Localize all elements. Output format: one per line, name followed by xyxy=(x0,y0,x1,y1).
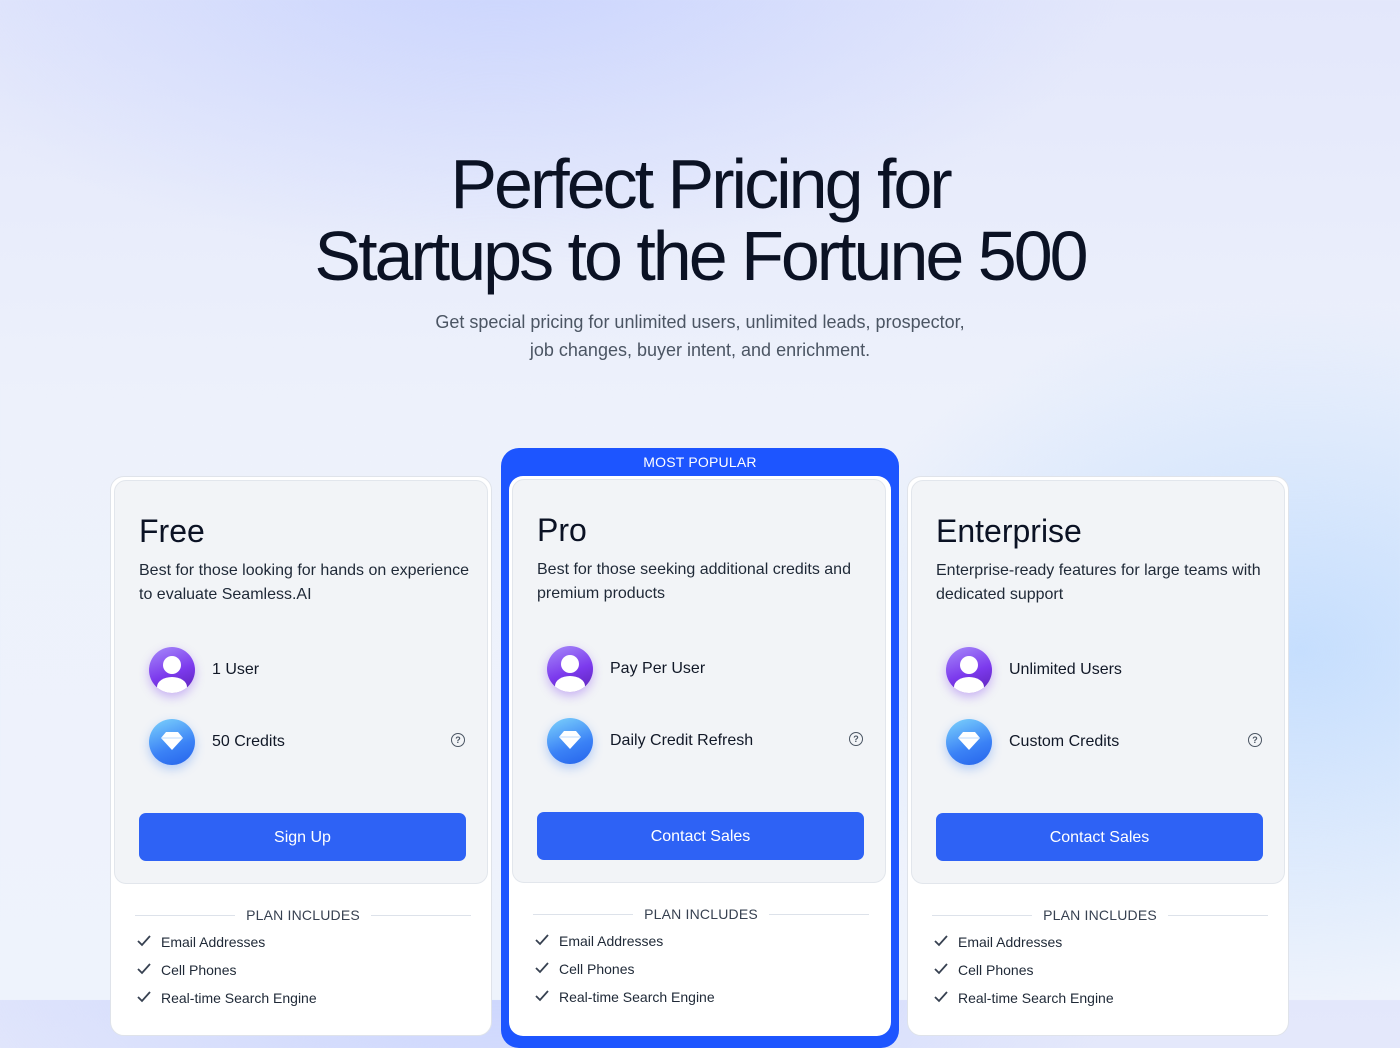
include-item-label: Real-time Search Engine xyxy=(958,990,1114,1006)
plan-includes-divider: PLAN INCLUDES xyxy=(533,906,869,922)
include-item-label: Email Addresses xyxy=(958,934,1063,950)
plan-card-pro-highlight: MOST POPULAR Pro Best for those seeking … xyxy=(501,448,899,1048)
plan-card-enterprise: Enterprise Enterprise-ready features for… xyxy=(907,476,1289,1036)
page-subtitle-line-1: Get special pricing for unlimited users,… xyxy=(435,312,965,332)
plan-credits-label: Custom Credits xyxy=(1009,733,1120,750)
diamond-icon xyxy=(149,719,195,765)
diamond-icon xyxy=(547,718,593,764)
user-avatar-icon xyxy=(149,647,195,693)
page-subtitle: Get special pricing for unlimited users,… xyxy=(420,308,980,364)
plan-summary: Enterprise Enterprise-ready features for… xyxy=(911,480,1285,884)
most-popular-badge: MOST POPULAR xyxy=(643,454,757,470)
list-item: Real-time Search Engine xyxy=(135,989,317,1017)
page-subtitle-line-2: job changes, buyer intent, and enrichmen… xyxy=(529,340,871,360)
plan-users-label: Pay Per User xyxy=(610,660,706,677)
include-item-label: Real-time Search Engine xyxy=(559,989,715,1005)
page-title: Perfect Pricing for Startups to the Fort… xyxy=(0,148,1400,292)
plan-name: Free xyxy=(139,513,205,549)
list-item: Email Addresses xyxy=(533,932,715,960)
include-item-label: Cell Phones xyxy=(958,962,1034,978)
checkmark-icon xyxy=(137,991,151,1003)
list-item: Real-time Search Engine xyxy=(932,989,1114,1017)
include-item-label: Cell Phones xyxy=(559,961,635,977)
plan-includes-divider: PLAN INCLUDES xyxy=(932,907,1268,923)
hero-section: Perfect Pricing for Startups to the Fort… xyxy=(0,148,1400,364)
include-item-label: Real-time Search Engine xyxy=(161,990,317,1006)
plan-includes-list: Email Addresses Cell Phones Real-time Se… xyxy=(932,933,1114,1017)
diamond-icon xyxy=(946,719,992,765)
checkmark-icon xyxy=(137,935,151,947)
plan-users-label: 1 User xyxy=(212,661,260,678)
checkmark-icon xyxy=(535,990,549,1002)
plan-users-row: Unlimited Users xyxy=(946,647,1262,695)
plan-users-label: Unlimited Users xyxy=(1009,661,1122,678)
plan-card-pro: Pro Best for those seeking additional cr… xyxy=(509,476,891,1036)
plan-summary: Pro Best for those seeking additional cr… xyxy=(512,479,886,883)
plan-description: Enterprise-ready features for large team… xyxy=(936,562,1261,603)
checkmark-icon xyxy=(934,935,948,947)
contact-sales-button[interactable]: Contact Sales xyxy=(936,813,1263,861)
page-title-line-1: Perfect Pricing for xyxy=(450,145,952,223)
user-avatar-icon xyxy=(946,647,992,693)
checkmark-icon xyxy=(934,963,948,975)
list-item: Cell Phones xyxy=(932,961,1114,989)
plan-name: Enterprise xyxy=(936,513,1082,549)
plan-users-row: Pay Per User xyxy=(547,646,863,694)
question-circle-icon[interactable]: ? xyxy=(1248,733,1262,747)
plan-credits-row: Custom Credits ? xyxy=(946,719,1262,767)
question-circle-icon[interactable]: ? xyxy=(451,733,465,747)
plan-includes-list: Email Addresses Cell Phones Real-time Se… xyxy=(533,932,715,1016)
checkmark-icon xyxy=(535,962,549,974)
plan-users-row: 1 User xyxy=(149,647,465,695)
list-item: Real-time Search Engine xyxy=(533,988,715,1016)
contact-sales-button[interactable]: Contact Sales xyxy=(537,812,864,860)
plan-name: Pro xyxy=(537,512,587,548)
include-item-label: Email Addresses xyxy=(559,933,664,949)
plan-description: Best for those looking for hands on expe… xyxy=(139,562,469,603)
plan-credits-label: 50 Credits xyxy=(212,733,285,750)
checkmark-icon xyxy=(535,934,549,946)
list-item: Email Addresses xyxy=(135,933,317,961)
page-title-line-2: Startups to the Fortune 500 xyxy=(314,217,1088,295)
plan-includes-list: Email Addresses Cell Phones Real-time Se… xyxy=(135,933,317,1017)
list-item: Email Addresses xyxy=(932,933,1114,961)
plan-summary: Free Best for those looking for hands on… xyxy=(114,480,488,884)
include-item-label: Cell Phones xyxy=(161,962,237,978)
checkmark-icon xyxy=(137,963,151,975)
include-item-label: Email Addresses xyxy=(161,934,266,950)
list-item: Cell Phones xyxy=(533,960,715,988)
checkmark-icon xyxy=(934,991,948,1003)
plan-credits-row: 50 Credits ? xyxy=(149,719,465,767)
plan-description: Best for those seeking additional credit… xyxy=(537,561,851,602)
user-avatar-icon xyxy=(547,646,593,692)
plan-credits-row: Daily Credit Refresh ? xyxy=(547,718,863,766)
plan-includes-divider: PLAN INCLUDES xyxy=(135,907,471,923)
plan-credits-label: Daily Credit Refresh xyxy=(610,732,754,749)
list-item: Cell Phones xyxy=(135,961,317,989)
plan-card-free: Free Best for those looking for hands on… xyxy=(110,476,492,1036)
sign-up-button[interactable]: Sign Up xyxy=(139,813,466,861)
question-circle-icon[interactable]: ? xyxy=(849,732,863,746)
